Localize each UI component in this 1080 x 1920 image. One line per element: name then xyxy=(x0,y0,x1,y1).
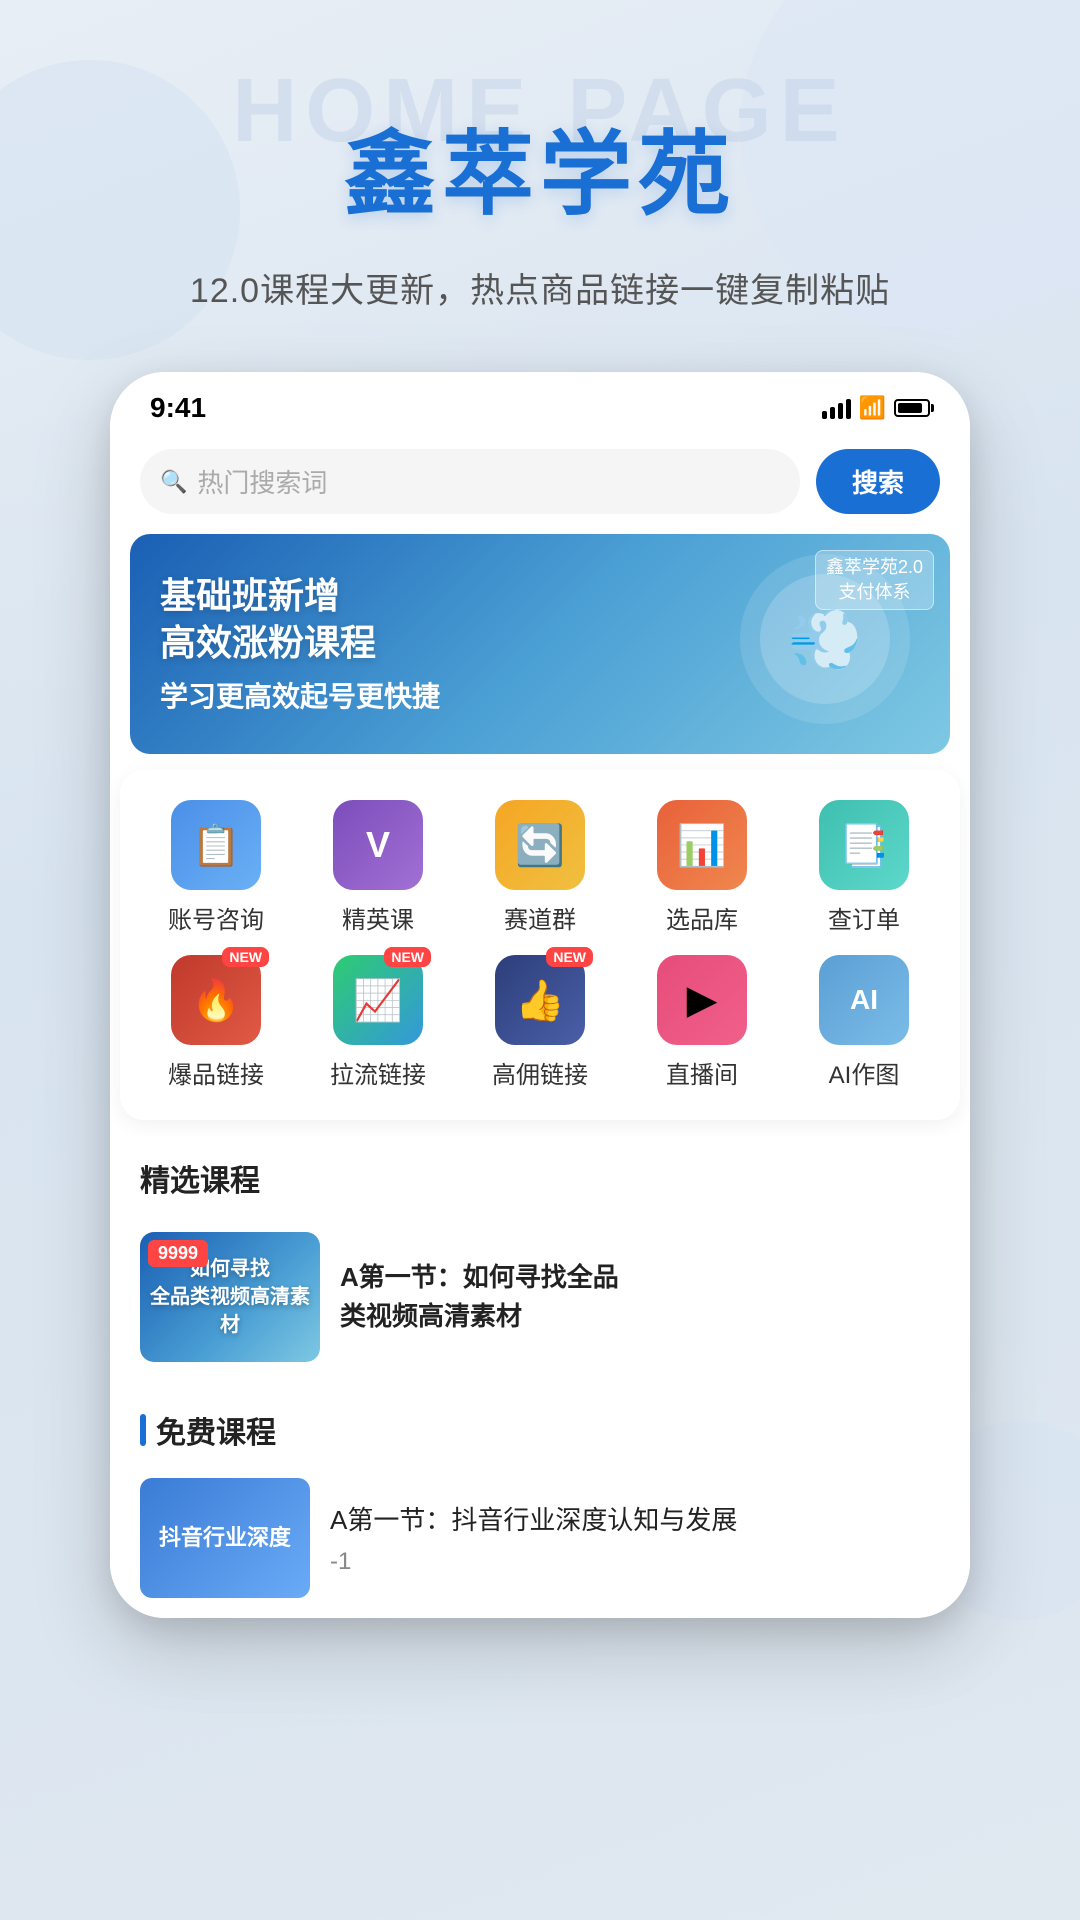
banner-graphic: 💨 xyxy=(740,554,920,734)
menu-item-account[interactable]: 📋 账号咨询 xyxy=(140,800,292,935)
course-thumbnail-0: 9999 如何寻找全品类视频高清素材 xyxy=(140,1232,320,1362)
status-icons: 📶 xyxy=(822,395,930,421)
menu-icon-pull: 📈 NEW xyxy=(333,955,423,1045)
menu-label-account: 账号咨询 xyxy=(168,900,264,935)
new-badge-hot: NEW xyxy=(222,947,269,967)
menu-label-order: 查订单 xyxy=(828,900,900,935)
courses-section-header: 精选课程 xyxy=(110,1136,970,1216)
menu-label-select: 选品库 xyxy=(666,900,738,935)
free-course-sub-0: -1 xyxy=(330,1548,940,1576)
free-course-info-0: A第一节：抖音行业深度认知与发展 -1 xyxy=(330,1501,940,1576)
menu-label-high: 高佣链接 xyxy=(492,1055,588,1090)
battery-icon xyxy=(894,399,930,417)
search-placeholder-text: 热门搜索词 xyxy=(197,463,780,500)
menu-grid: 📋 账号咨询 V 精英课 🔄 赛道群 xyxy=(140,800,940,1090)
menu-item-hot[interactable]: 🔥 NEW 爆品链接 xyxy=(140,955,292,1090)
menu-label-ai: AI作图 xyxy=(829,1055,900,1090)
course-item-0[interactable]: 9999 如何寻找全品类视频高清素材 A第一节：如何寻找全品类视频高清素材 xyxy=(110,1216,970,1378)
free-section: 免费课程 抖音行业深度 A第一节：抖音行业深度认知与发展 -1 xyxy=(110,1388,970,1618)
course-info-0: A第一节：如何寻找全品类视频高清素材 xyxy=(340,1258,940,1336)
menu-item-order[interactable]: 📑 查订单 xyxy=(788,800,940,935)
wifi-icon: 📶 xyxy=(859,395,886,421)
menu-item-ai[interactable]: AI AI作图 xyxy=(788,955,940,1090)
search-bar[interactable]: 🔍 热门搜索词 xyxy=(140,449,800,514)
free-course-title-0: A第一节：抖音行业深度认知与发展 xyxy=(330,1501,940,1540)
banner-title-line1: 基础班新增 xyxy=(160,573,740,620)
menu-icon-race: 🔄 xyxy=(495,800,585,890)
menu-label-race: 赛道群 xyxy=(504,900,576,935)
search-icon: 🔍 xyxy=(160,469,187,495)
courses-section-title: 精选课程 xyxy=(140,1165,260,1198)
banner-subtitle: 学习更高效起号更快捷 xyxy=(160,675,740,715)
status-time: 9:41 xyxy=(150,392,206,424)
menu-label-hot: 爆品链接 xyxy=(168,1055,264,1090)
search-button[interactable]: 搜索 xyxy=(816,449,940,514)
status-bar: 9:41 📶 xyxy=(110,372,970,434)
phone-mockup-wrapper: 9:41 📶 🔍 热门搜索词 搜 xyxy=(110,372,970,1618)
banner[interactable]: 基础班新增 高效涨粉课程 学习更高效起号更快捷 鑫萃学苑2.0 支付体系 💨 xyxy=(130,534,950,754)
menu-item-live[interactable]: ▶ 直播间 xyxy=(626,955,778,1090)
menu-item-select[interactable]: 📊 选品库 xyxy=(626,800,778,935)
menu-card: 📋 账号咨询 V 精英课 🔄 赛道群 xyxy=(120,770,960,1120)
course-title-0: A第一节：如何寻找全品类视频高清素材 xyxy=(340,1258,940,1336)
menu-icon-live: ▶ xyxy=(657,955,747,1045)
free-title-bar: 免费课程 xyxy=(140,1408,940,1452)
search-bar-container: 🔍 热门搜索词 搜索 xyxy=(110,434,970,534)
free-section-title: 免费课程 xyxy=(156,1408,276,1452)
hero-section: HOME PAGE 鑫萃学苑 12.0课程大更新，热点商品链接一键复制粘贴 xyxy=(0,0,1080,312)
menu-icon-hot: 🔥 NEW xyxy=(171,955,261,1045)
hero-subtitle: 12.0课程大更新，热点商品链接一键复制粘贴 xyxy=(0,263,1080,312)
menu-icon-elite: V xyxy=(333,800,423,890)
free-thumb-text-0: 抖音行业深度 xyxy=(151,1515,299,1562)
free-course-item-0[interactable]: 抖音行业深度 A第一节：抖音行业深度认知与发展 -1 xyxy=(140,1468,940,1608)
new-badge-pull: NEW xyxy=(384,947,431,967)
menu-icon-high: 👍 NEW xyxy=(495,955,585,1045)
menu-label-live: 直播间 xyxy=(666,1055,738,1090)
course-badge-0: 9999 xyxy=(148,1240,208,1267)
phone-mockup: 9:41 📶 🔍 热门搜索词 搜 xyxy=(110,372,970,1618)
new-badge-high: NEW xyxy=(546,947,593,967)
menu-label-elite: 精英课 xyxy=(342,900,414,935)
banner-content: 基础班新增 高效涨粉课程 学习更高效起号更快捷 xyxy=(160,573,740,715)
menu-icon-ai: AI xyxy=(819,955,909,1045)
free-title-accent xyxy=(140,1414,146,1446)
app-title: 鑫萃学苑 xyxy=(0,100,1080,233)
menu-item-race[interactable]: 🔄 赛道群 xyxy=(464,800,616,935)
menu-item-elite[interactable]: V 精英课 xyxy=(302,800,454,935)
menu-item-pull[interactable]: 📈 NEW 拉流链接 xyxy=(302,955,454,1090)
search-wrapper: 🔍 热门搜索词 搜索 xyxy=(140,449,940,514)
menu-item-high[interactable]: 👍 NEW 高佣链接 xyxy=(464,955,616,1090)
signal-icon xyxy=(822,397,851,419)
menu-label-pull: 拉流链接 xyxy=(330,1055,426,1090)
menu-icon-account: 📋 xyxy=(171,800,261,890)
banner-title-line2: 高效涨粉课程 xyxy=(160,620,740,667)
menu-icon-select: 📊 xyxy=(657,800,747,890)
banner-3d-icon: 💨 xyxy=(788,604,863,675)
menu-icon-order: 📑 xyxy=(819,800,909,890)
free-course-thumb-0: 抖音行业深度 xyxy=(140,1478,310,1598)
